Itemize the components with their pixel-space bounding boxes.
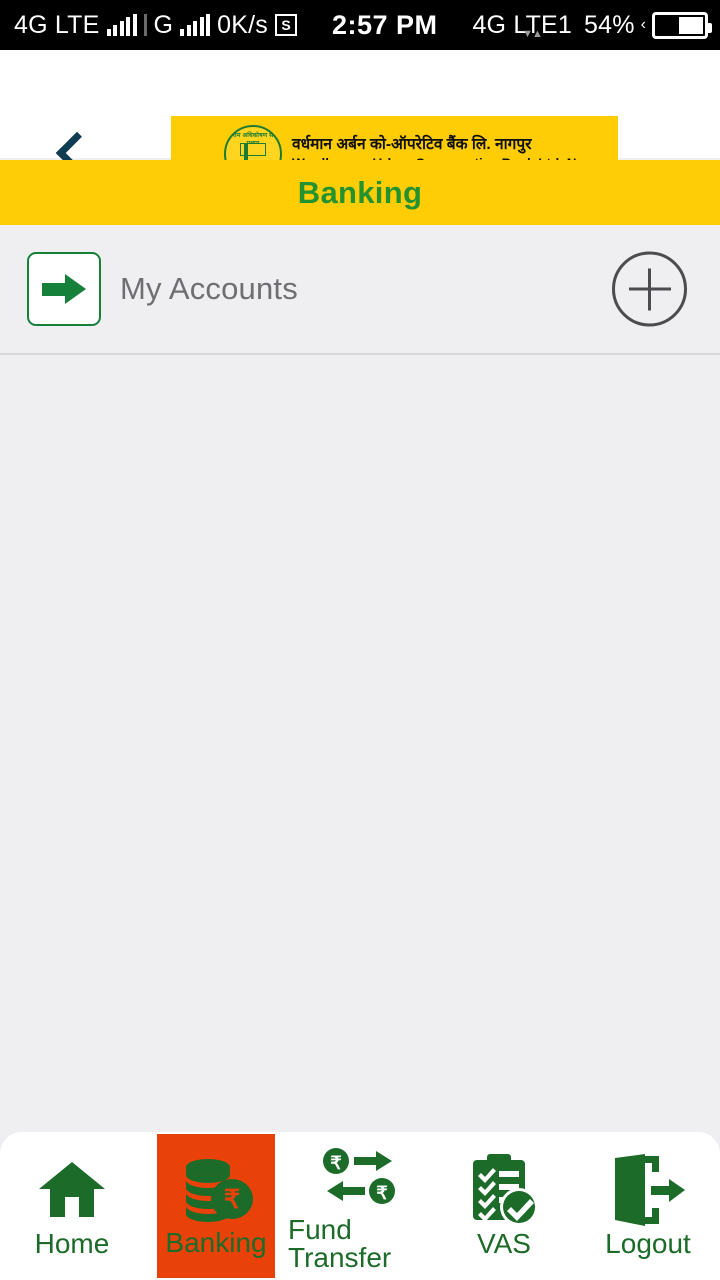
clipboard-check-icon bbox=[469, 1154, 539, 1226]
coins-rupee-icon: ₹ bbox=[177, 1155, 255, 1227]
arrow-right-glyph bbox=[42, 274, 86, 304]
nav-label-home: Home bbox=[34, 1228, 110, 1259]
clock-label: 2:57 PM bbox=[331, 9, 438, 40]
arrow-right-icon bbox=[27, 252, 101, 326]
logout-door-icon bbox=[611, 1154, 685, 1226]
nav-label-vas: VAS bbox=[477, 1228, 531, 1259]
data-rate-label: 0K/s bbox=[217, 10, 268, 39]
nav-item-vas[interactable]: VAS bbox=[432, 1132, 576, 1280]
nav-item-logout[interactable]: Logout bbox=[576, 1132, 720, 1280]
network-type-secondary: G bbox=[153, 10, 174, 39]
svg-text:₹: ₹ bbox=[330, 1153, 342, 1173]
status-bar-right: 4G LTE1 ▼▲ 54% ‹ bbox=[472, 11, 720, 40]
battery-charge-tick: ‹ bbox=[640, 16, 646, 33]
nav-label-banking: Banking bbox=[165, 1227, 267, 1258]
nav-item-fund-transfer[interactable]: ₹ ₹ Fund Transfer bbox=[288, 1132, 432, 1280]
home-icon bbox=[37, 1154, 107, 1226]
status-bar-left: 4G LTE G 0K/s S bbox=[0, 11, 297, 40]
my-accounts-label: My Accounts bbox=[120, 271, 298, 306]
status-bar: 4G LTE G 0K/s S 2:57 PM 4G LTE1 ▼▲ 54% ‹ bbox=[0, 0, 720, 50]
app-root: 4G LTE G 0K/s S 2:57 PM 4G LTE1 ▼▲ 54% ‹… bbox=[0, 0, 720, 1280]
nav-item-home[interactable]: Home bbox=[0, 1132, 144, 1280]
plus-circle-icon[interactable] bbox=[612, 251, 687, 327]
nav-item-banking[interactable]: ₹ Banking bbox=[144, 1132, 288, 1280]
sync-s-icon: S bbox=[274, 14, 297, 36]
nav-label-fund-transfer: Fund Transfer bbox=[288, 1214, 392, 1273]
nav-label-logout: Logout bbox=[605, 1228, 691, 1259]
network-type-primary: 4G LTE bbox=[14, 10, 100, 39]
main-content: My Accounts bbox=[0, 225, 720, 1132]
page-title: Banking bbox=[297, 174, 423, 210]
bank-name-hindi: वर्धमान अर्बन को-ऑपरेटिव बैंक लि. नागपुर bbox=[292, 135, 532, 153]
logo-header: उत्तम अधिकोषण सर्व प्रधान वर्धमान अर्बन … bbox=[0, 50, 720, 191]
signal-divider bbox=[143, 14, 147, 36]
signal-bars-icon-secondary bbox=[180, 14, 211, 36]
nav-active-tile: ₹ Banking bbox=[157, 1134, 275, 1278]
page-title-bar: Banking bbox=[0, 160, 720, 225]
battery-icon bbox=[652, 11, 712, 39]
signal-bars-icon bbox=[106, 14, 137, 36]
my-accounts-row[interactable]: My Accounts bbox=[0, 225, 720, 355]
status-bar-center: 2:57 PM bbox=[297, 10, 472, 41]
svg-text:₹: ₹ bbox=[376, 1183, 388, 1203]
battery-percent-label: 54% bbox=[584, 10, 635, 39]
svg-text:₹: ₹ bbox=[224, 1184, 241, 1214]
bottom-navigation-bar: Home ₹ Banking ₹ ₹ Fund Transfer VAS Log… bbox=[0, 1132, 720, 1280]
fund-transfer-arrows-icon: ₹ ₹ bbox=[319, 1140, 401, 1212]
